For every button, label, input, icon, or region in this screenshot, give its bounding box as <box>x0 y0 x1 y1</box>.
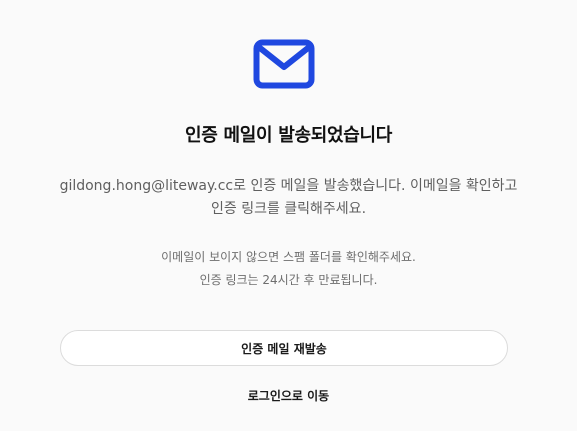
mail-icon <box>253 39 315 89</box>
link-expiry-notice: 인증 링크는 24시간 후 만료됩니다. <box>199 273 378 287</box>
verification-description: gildong.hong@liteway.cc로 인증 메일을 발송했습니다. … <box>59 178 518 217</box>
go-to-login-link[interactable]: 로그인으로 이동 <box>0 386 577 406</box>
resend-verification-button[interactable]: 인증 메일 재발송 <box>60 330 508 366</box>
verification-notice: 이메일이 보이지 않으면 스팸 폴더를 확인해주세요. 인증 링크는 24시간 … <box>40 246 537 292</box>
email-verification-page: 인증 메일이 발송되었습니다 gildong.hong@liteway.cc로 … <box>0 0 577 431</box>
spam-folder-notice: 이메일이 보이지 않으면 스팸 폴더를 확인해주세요. <box>161 250 416 264</box>
page-title: 인증 메일이 발송되었습니다 <box>184 125 393 146</box>
